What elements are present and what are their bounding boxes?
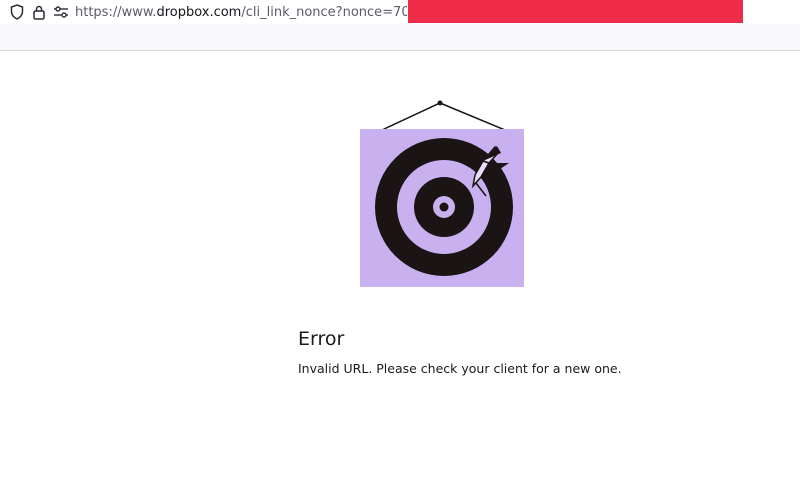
- target-illustration: [355, 97, 530, 292]
- error-message: Invalid URL. Please check your client fo…: [298, 361, 622, 376]
- url-path: /cli_link_nonce?nonce=704165ef68c: [241, 5, 407, 20]
- redaction-bar: [408, 0, 743, 23]
- site-permissions-icon[interactable]: [52, 3, 70, 21]
- lock-icon[interactable]: [30, 3, 48, 21]
- error-title: Error: [298, 328, 345, 350]
- toolbar-strip: [0, 24, 800, 51]
- browser-toolbar: https://www.dropbox.com/cli_link_nonce?n…: [0, 0, 800, 24]
- url-prefix: https://www.: [75, 5, 157, 20]
- shield-icon[interactable]: [8, 3, 26, 21]
- url-bar[interactable]: https://www.dropbox.com/cli_link_nonce?n…: [75, 4, 407, 22]
- url-domain: dropbox.com: [156, 5, 242, 20]
